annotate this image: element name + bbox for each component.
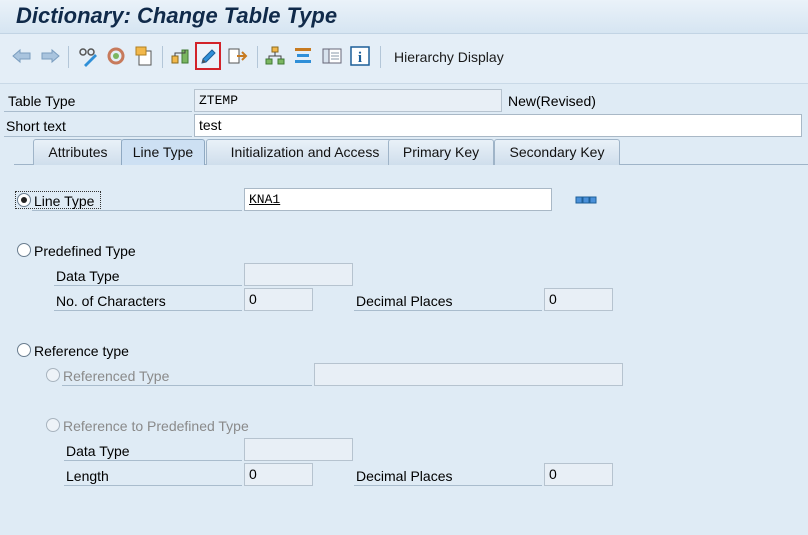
forward-arrow-icon[interactable] (38, 44, 62, 68)
active-inactive-icon[interactable] (104, 44, 128, 68)
table-type-field: ZTEMP (194, 89, 502, 112)
referenced-type-field (314, 363, 623, 386)
check-icon[interactable] (168, 44, 192, 68)
svg-text:i: i (358, 50, 362, 66)
short-text-label: Short text (6, 118, 66, 134)
toolbar-separator (68, 46, 69, 68)
tab-line-type[interactable]: Line Type (121, 139, 205, 165)
referenced-type-label: Referenced Type (63, 368, 170, 384)
data-type-label: Data Type (56, 268, 120, 284)
hierarchy-display-button[interactable]: Hierarchy Display (394, 49, 504, 65)
length-field: 0 (244, 463, 313, 486)
no-chars-field: 0 (244, 288, 313, 311)
back-arrow-icon[interactable] (10, 44, 34, 68)
other-object-icon[interactable] (132, 44, 156, 68)
ref-decimal-places-field: 0 (544, 463, 613, 486)
activate-icon[interactable] (226, 44, 250, 68)
line-type-input[interactable]: KNA1 (244, 188, 552, 211)
info-icon[interactable]: i (348, 44, 372, 68)
toolbar-separator (380, 46, 381, 68)
ref-decimal-places-label: Decimal Places (356, 468, 453, 484)
referenced-type-radio (46, 368, 60, 382)
application-toolbar: i Hierarchy Display (0, 34, 808, 84)
no-chars-label: No. of Characters (56, 293, 166, 309)
display-object-list-icon[interactable] (320, 44, 344, 68)
tab-attributes[interactable]: Attributes (33, 139, 123, 165)
predefined-type-radio[interactable] (17, 243, 31, 257)
reference-type-radio[interactable] (17, 343, 31, 357)
pencil-icon[interactable] (195, 42, 221, 70)
data-type-field (244, 263, 353, 286)
tab-initialization-and-access[interactable]: Initialization and Access (206, 139, 404, 165)
decimal-places-label: Decimal Places (356, 293, 453, 309)
object-list-icon[interactable] (291, 44, 315, 68)
where-used-icon[interactable] (263, 44, 287, 68)
reference-type-label: Reference type (34, 343, 129, 359)
ref-data-type-field (244, 438, 353, 461)
short-text-input[interactable]: test (194, 114, 802, 137)
more-options-icon[interactable] (574, 188, 598, 212)
status-text: New(Revised) (508, 93, 596, 109)
tab-primary-key[interactable]: Primary Key (388, 139, 494, 165)
window-title: Dictionary: Change Table Type (16, 3, 338, 28)
decimal-places-field: 0 (544, 288, 613, 311)
ref-data-type-label: Data Type (66, 443, 130, 459)
toolbar-separator (162, 46, 163, 68)
ref-predefined-radio (46, 418, 60, 432)
ref-predefined-label: Reference to Predefined Type (63, 418, 249, 434)
title-bar: Dictionary: Change Table Type (0, 0, 808, 34)
display-change-icon[interactable] (76, 44, 100, 68)
predefined-type-label: Predefined Type (34, 243, 136, 259)
tab-secondary-key[interactable]: Secondary Key (494, 139, 620, 165)
length-label: Length (66, 468, 109, 484)
line-type-label-area (32, 188, 242, 211)
table-type-label: Table Type (8, 93, 76, 109)
toolbar-separator (257, 46, 258, 68)
